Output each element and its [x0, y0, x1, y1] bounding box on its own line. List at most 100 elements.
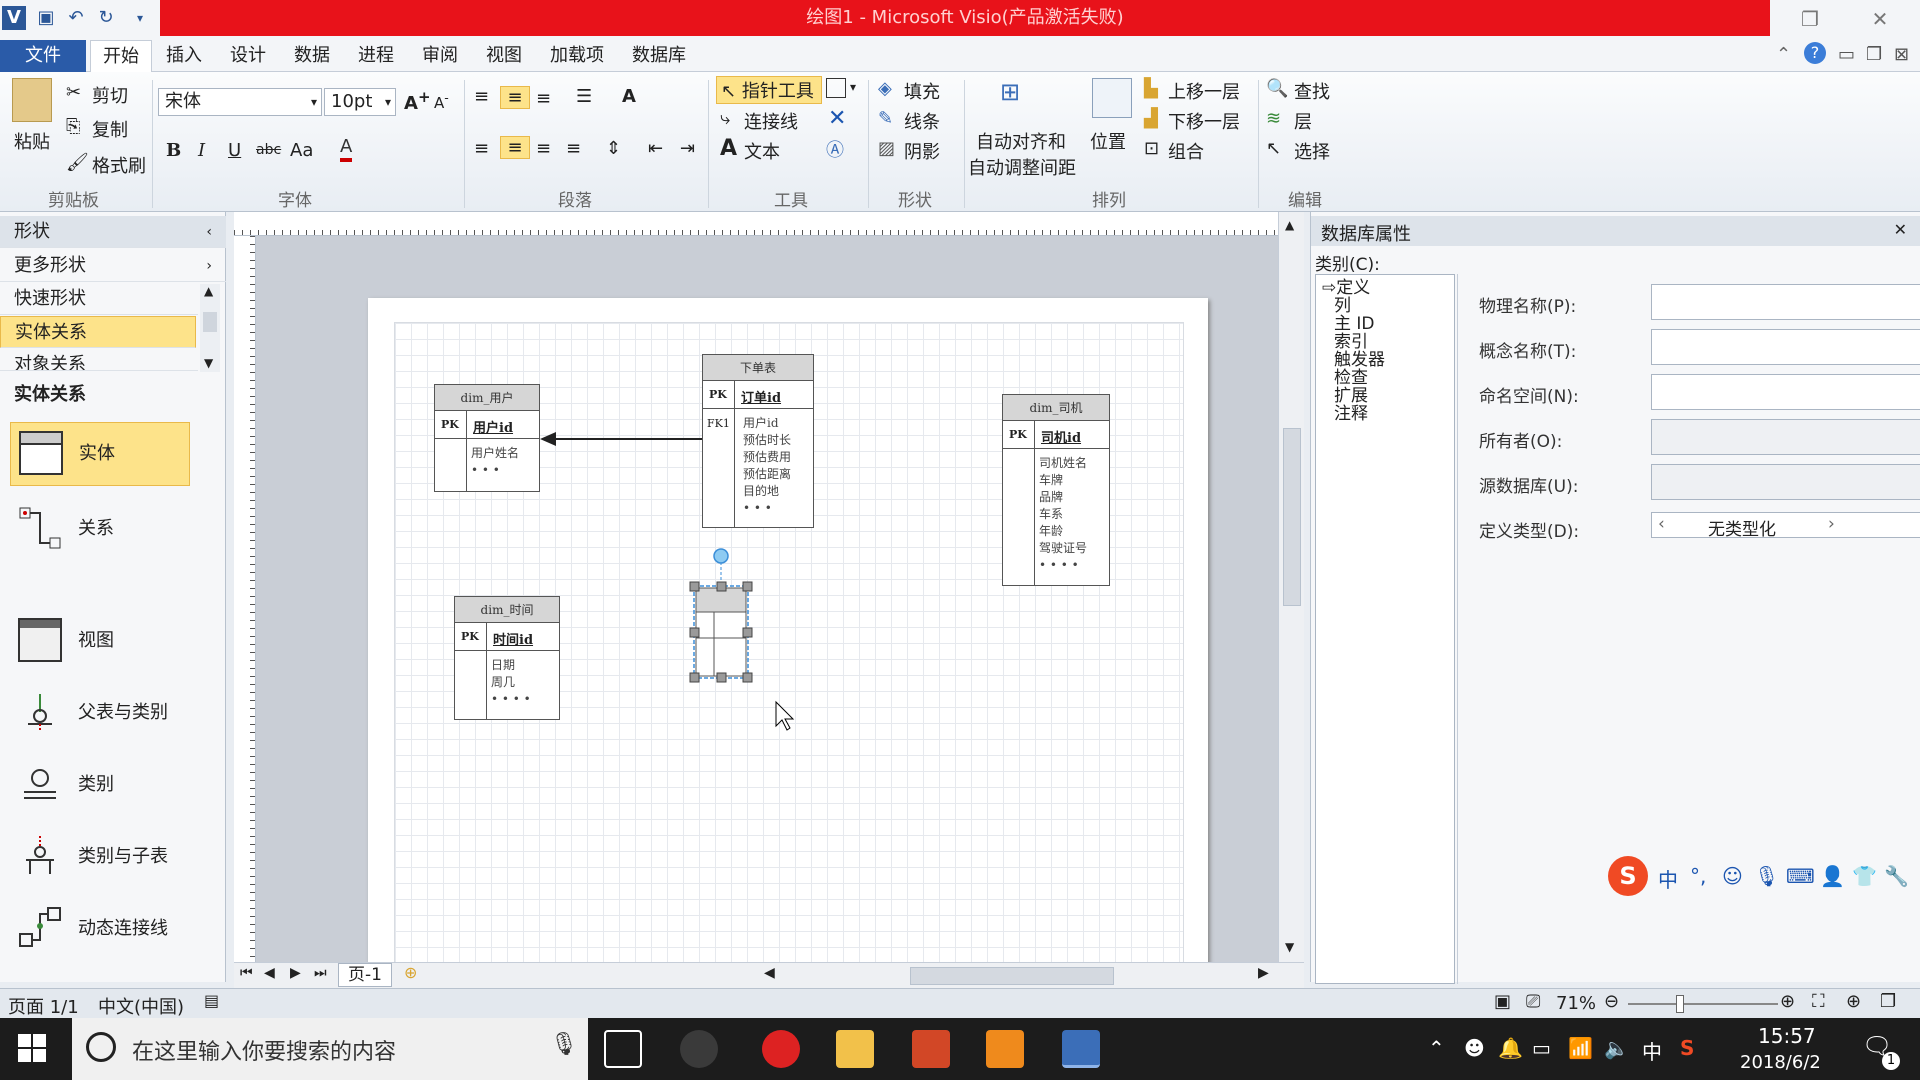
- tab-review[interactable]: 审阅: [410, 40, 470, 72]
- wifi-icon[interactable]: 📶: [1568, 1036, 1593, 1060]
- shrink-font-icon[interactable]: A-: [434, 90, 449, 112]
- collapse-icon[interactable]: ‹: [206, 216, 212, 248]
- select-button[interactable]: 选择: [1294, 138, 1330, 164]
- powerpoint-icon[interactable]: [912, 1030, 950, 1068]
- close-doc-icon[interactable]: ⊠: [1894, 44, 1909, 65]
- category-item-notes[interactable]: 注释: [1322, 405, 1448, 423]
- pointer-tool-button[interactable]: ↖ 指针工具: [716, 76, 822, 104]
- cut-icon[interactable]: ✂: [66, 82, 81, 103]
- chevron-down-icon[interactable]: ▾: [850, 80, 856, 94]
- pan-zoom-icon[interactable]: ⊕: [1846, 991, 1861, 1012]
- justify-icon[interactable]: ≡: [566, 138, 581, 159]
- position-button[interactable]: 位置: [1090, 128, 1126, 154]
- sogou-logo-icon[interactable]: S: [1608, 856, 1648, 896]
- app-icon[interactable]: [680, 1030, 718, 1068]
- format-painter-icon[interactable]: 🖌: [66, 152, 89, 173]
- italic-icon[interactable]: I: [198, 140, 205, 161]
- taskbar-search[interactable]: 在这里输入你要搜索的内容 🎙: [72, 1018, 588, 1080]
- align-top-icon[interactable]: ≡: [474, 86, 489, 107]
- source-db-input[interactable]: [1651, 464, 1920, 500]
- bring-forward-button[interactable]: 上移一层: [1168, 78, 1240, 104]
- decrease-indent-icon[interactable]: ⇤: [648, 138, 663, 159]
- ime-indicator[interactable]: 中: [1642, 1036, 1662, 1065]
- tab-process[interactable]: 进程: [346, 40, 406, 72]
- insert-page-icon[interactable]: ⊕: [404, 963, 417, 982]
- clock-date[interactable]: 2018/6/2: [1740, 1052, 1821, 1073]
- scroll-thumb[interactable]: [1283, 428, 1301, 606]
- align-center-icon[interactable]: ≡: [500, 136, 530, 159]
- category-item-primary-id[interactable]: 主 ID: [1322, 315, 1448, 333]
- user-icon[interactable]: 👤: [1820, 864, 1845, 888]
- scroll-right-icon[interactable]: ▶: [1258, 965, 1269, 981]
- auto-align-label[interactable]: 自动对齐和: [976, 128, 1066, 154]
- sogou-tray-icon[interactable]: S: [1680, 1036, 1694, 1060]
- prev-page-icon[interactable]: ◀: [264, 965, 275, 981]
- scroll-thumb[interactable]: [203, 312, 217, 332]
- category-item-check[interactable]: 检查: [1322, 369, 1448, 387]
- conceptual-name-input[interactable]: [1651, 329, 1920, 365]
- entity-dim-driver[interactable]: dim_司机 PK 司机id 司机姓名 车牌 品牌 车系 年龄 驾驶证号 • •…: [1002, 394, 1110, 586]
- task-view-icon[interactable]: [604, 1030, 642, 1068]
- zoom-out-icon[interactable]: ⊖: [1604, 991, 1619, 1012]
- undo-icon[interactable]: ↶: [64, 6, 88, 30]
- restore-button[interactable]: ❐: [1790, 6, 1830, 32]
- auto-space-label[interactable]: 自动调整间距: [968, 154, 1076, 180]
- tab-home[interactable]: 开始: [90, 40, 152, 72]
- scroll-up-icon[interactable]: ▲: [204, 284, 213, 298]
- shape-category-child[interactable]: 类别与子表: [10, 826, 190, 886]
- entity-order-table[interactable]: 下单表 PK 订单id FK1 用户id 预估时长 预估费用 预估距离 目的地 …: [702, 354, 814, 528]
- tab-addins[interactable]: 加载项: [538, 40, 616, 72]
- shape-relationship[interactable]: 关系: [10, 498, 190, 558]
- tab-data[interactable]: 数据: [282, 40, 342, 72]
- quick-shapes-item[interactable]: 快速形状: [0, 283, 198, 315]
- keyboard-icon[interactable]: ⌨: [1786, 864, 1815, 888]
- rectangle-tool-icon[interactable]: [826, 78, 846, 98]
- bold-icon[interactable]: B: [166, 140, 181, 161]
- namespace-input[interactable]: [1651, 374, 1920, 410]
- connector-button[interactable]: 连接线: [744, 108, 798, 134]
- delete-connection-icon[interactable]: ✕: [828, 106, 846, 131]
- fill-button[interactable]: 填充: [904, 78, 940, 104]
- group-button[interactable]: 组合: [1168, 138, 1204, 164]
- scroll-up-icon[interactable]: ▲: [1285, 218, 1294, 232]
- font-color-icon[interactable]: A: [340, 136, 353, 162]
- ime-mode-icon[interactable]: 中: [1658, 864, 1678, 893]
- shape-parent-category[interactable]: 父表与类别: [10, 682, 190, 742]
- close-button[interactable]: ✕: [1860, 6, 1900, 32]
- tab-file[interactable]: 文件: [0, 40, 86, 72]
- horizontal-scroll-thumb[interactable]: [910, 967, 1114, 985]
- copy-icon[interactable]: ⎘: [66, 116, 80, 137]
- format-painter-button[interactable]: 格式刷: [92, 152, 146, 178]
- font-name-combo[interactable]: 宋体 ▾: [158, 88, 322, 116]
- visio-taskbar-icon[interactable]: [1062, 1030, 1100, 1068]
- macro-record-icon[interactable]: ▤: [204, 991, 219, 1010]
- stencil-scrollbar[interactable]: ▲ ▼: [200, 284, 220, 372]
- microphone-icon[interactable]: 🎙: [1754, 864, 1779, 888]
- object-relationship-stencil[interactable]: 对象关系: [0, 349, 198, 371]
- minimize-doc-icon[interactable]: ▭: [1838, 44, 1855, 65]
- category-item-definition[interactable]: ⇨定义: [1322, 279, 1448, 297]
- file-explorer-icon[interactable]: [836, 1030, 874, 1068]
- chevron-left-icon[interactable]: ‹: [1658, 514, 1665, 534]
- drawing-page[interactable]: dim_用户 PK 用户id 用户姓名 • • • 下单表 PK 订单id FK…: [368, 298, 1208, 962]
- shape-category[interactable]: 类别: [10, 754, 190, 814]
- microphone-icon[interactable]: 🎙: [550, 1032, 578, 1057]
- close-icon[interactable]: ✕: [1894, 220, 1907, 239]
- bullets-icon[interactable]: ☰: [576, 86, 592, 107]
- chevron-right-icon[interactable]: ›: [1828, 514, 1835, 534]
- clock-time[interactable]: 15:57: [1758, 1024, 1816, 1048]
- tab-insert[interactable]: 插入: [154, 40, 214, 72]
- emoji-icon[interactable]: ☺: [1722, 864, 1743, 888]
- physical-name-input[interactable]: [1651, 284, 1920, 320]
- normal-view-icon[interactable]: ▣: [1494, 991, 1511, 1012]
- find-button[interactable]: 查找: [1294, 78, 1330, 104]
- paste-icon[interactable]: [12, 78, 52, 122]
- entity-dim-time[interactable]: dim_时间 PK 时间id 日期 周几 • • • •: [454, 596, 560, 720]
- zoom-slider-thumb[interactable]: [1676, 995, 1684, 1013]
- zoom-in-icon[interactable]: ⊕: [1780, 991, 1795, 1012]
- owner-input[interactable]: [1651, 419, 1920, 455]
- tab-design[interactable]: 设计: [218, 40, 278, 72]
- align-middle-icon[interactable]: ≡: [500, 86, 530, 109]
- language-indicator[interactable]: 中文(中国): [98, 993, 184, 1019]
- align-right-icon[interactable]: ≡: [536, 138, 551, 159]
